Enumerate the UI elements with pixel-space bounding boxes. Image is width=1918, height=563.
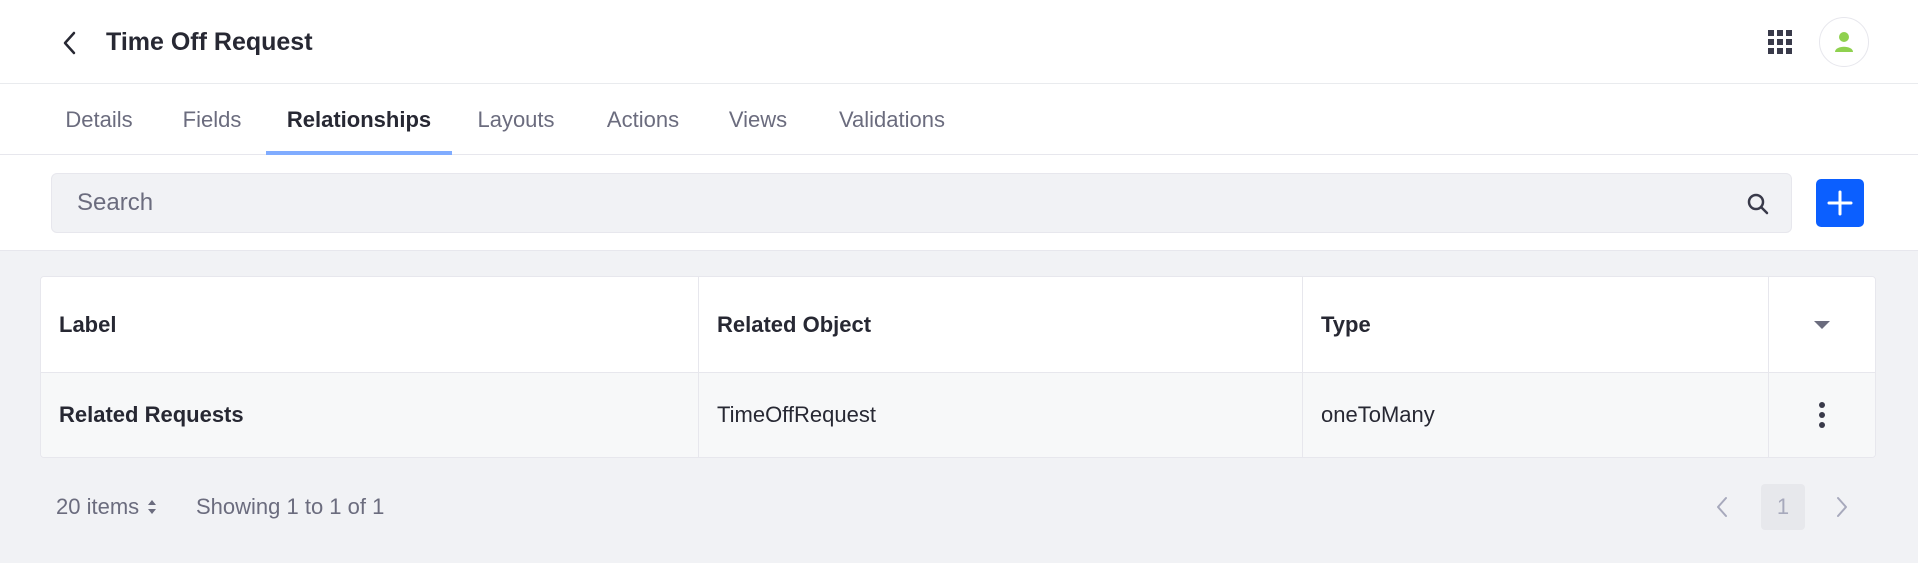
pagination-bar: 20 items Showing 1 to 1 of 1 1 (0, 482, 1918, 532)
add-relationship-button[interactable] (1816, 179, 1864, 227)
previous-page-button[interactable] (1704, 484, 1740, 530)
ellipsis-vertical-icon (1819, 402, 1825, 428)
next-page-button[interactable] (1824, 484, 1860, 530)
relationships-table: Label Related Object Type Related Reques… (40, 276, 1876, 458)
back-button[interactable] (52, 25, 88, 61)
items-per-page-select[interactable]: 20 items (56, 482, 157, 532)
tab-fields[interactable]: Fields (170, 84, 254, 155)
caret-double-icon (148, 500, 157, 514)
search-button[interactable] (1744, 190, 1772, 218)
search-input[interactable] (52, 174, 1732, 232)
caret-down-icon (1814, 320, 1830, 329)
column-header-label: Label (59, 311, 117, 337)
chevron-left-icon (63, 31, 76, 55)
search-box (51, 173, 1792, 233)
cell-label[interactable]: Related Requests (41, 373, 698, 457)
apps-menu-button[interactable] (1762, 26, 1798, 58)
tab-views[interactable]: Views (718, 84, 798, 155)
cell-type: oneToMany (1302, 373, 1768, 457)
tab-relationships[interactable]: Relationships (266, 84, 452, 156)
tab-actions[interactable]: Actions (594, 84, 692, 155)
column-options-button[interactable] (1813, 319, 1831, 331)
chevron-left-icon (1717, 497, 1727, 517)
page-title: Time Off Request (106, 28, 313, 56)
cell-related-object: TimeOffRequest (698, 373, 1302, 457)
page-number-button[interactable]: 1 (1761, 484, 1805, 530)
user-avatar[interactable] (1819, 17, 1869, 67)
row-actions-cell (1768, 373, 1875, 457)
column-options-cell (1768, 277, 1875, 372)
user-icon (1835, 32, 1853, 52)
table-header-row: Label Related Object Type (41, 277, 1875, 373)
tab-layouts[interactable]: Layouts (466, 84, 566, 155)
app-header: Time Off Request (0, 0, 1918, 84)
tab-bar: Details Fields Relationships Layouts Act… (0, 84, 1918, 156)
tab-details[interactable]: Details (42, 84, 156, 155)
toolbar (0, 155, 1918, 251)
chevron-right-icon (1837, 497, 1847, 517)
column-header-related-object: Related Object (698, 277, 1302, 372)
items-per-page-label: 20 items (56, 494, 140, 519)
search-icon (1747, 193, 1769, 215)
tab-validations[interactable]: Validations (826, 84, 958, 155)
column-header-type: Type (1302, 277, 1768, 372)
plus-icon (1827, 190, 1853, 216)
row-actions-button[interactable] (1818, 402, 1826, 428)
grid-icon (1768, 30, 1792, 54)
results-summary: Showing 1 to 1 of 1 (196, 494, 385, 519)
table-row[interactable]: Related Requests TimeOffRequest oneToMan… (41, 373, 1875, 457)
